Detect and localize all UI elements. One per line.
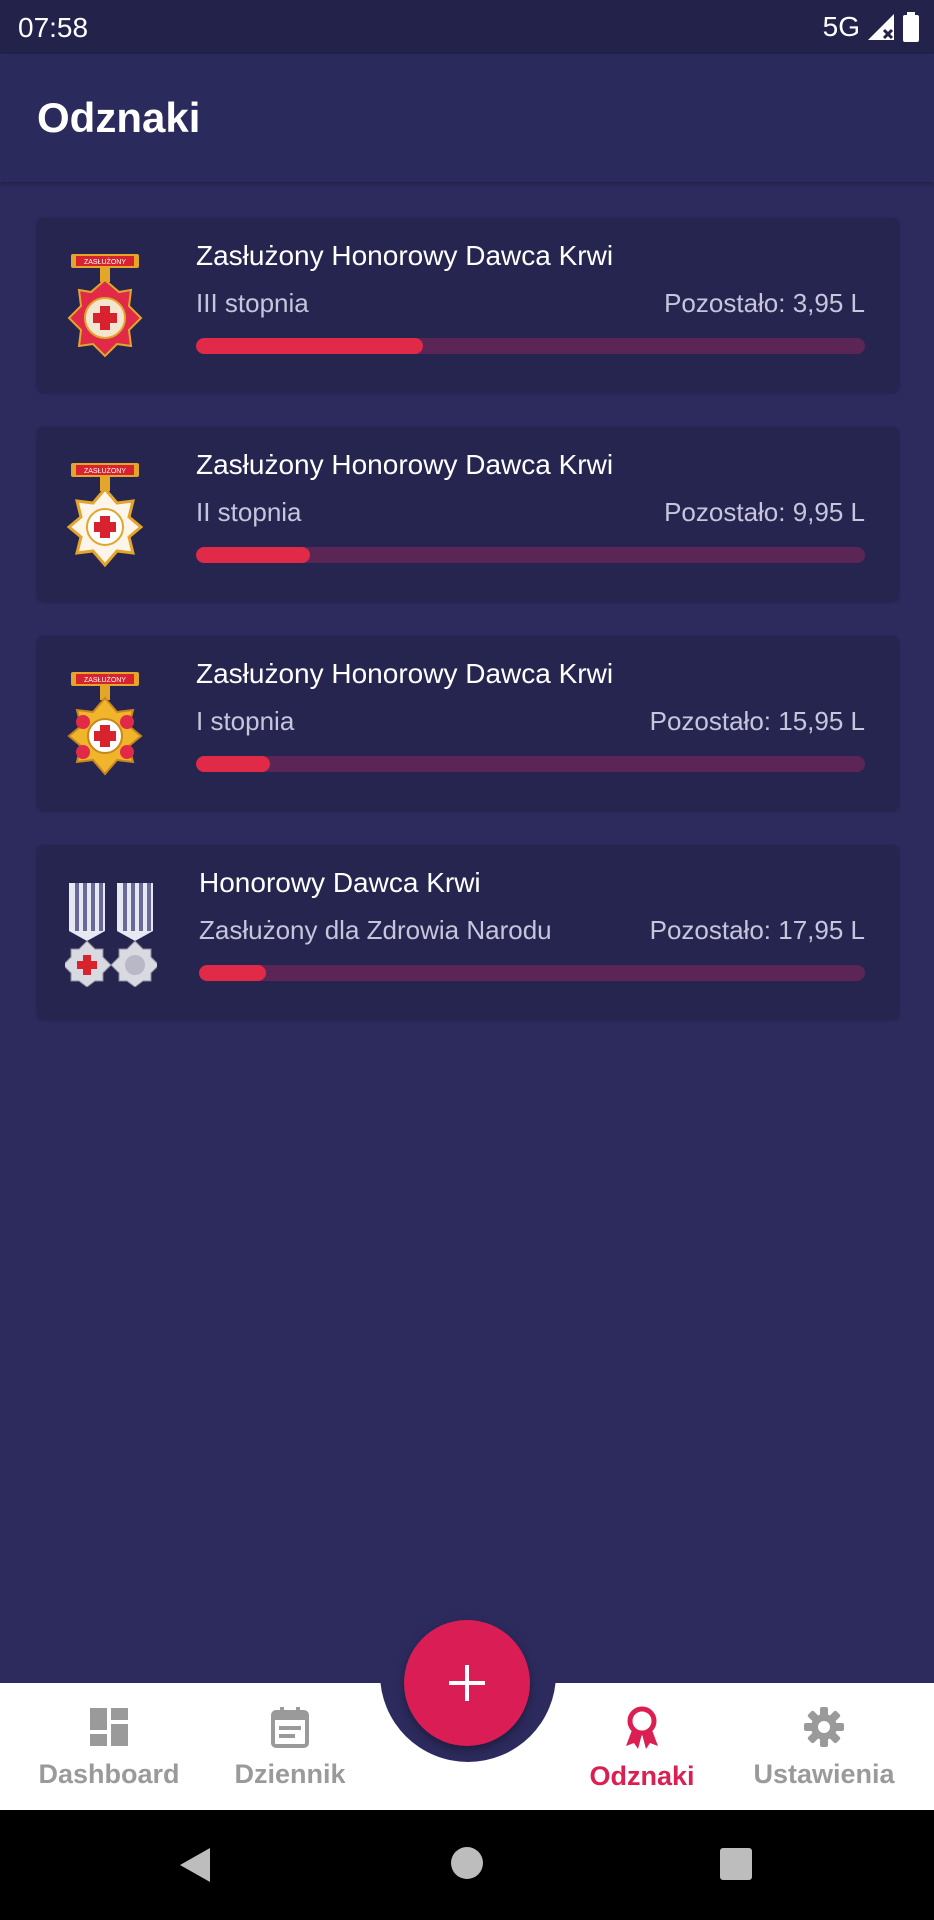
medal-pair-icon [65, 883, 157, 987]
nav-label-odznaki: Odznaki [589, 1761, 695, 1791]
badge-title: Honorowy Dawca Krwi [199, 867, 481, 898]
status-icons: 5G [823, 10, 920, 44]
badge-remaining: Pozostało: 15,95 L [649, 706, 865, 736]
badge-remaining: Pozostało: 17,95 L [649, 915, 865, 945]
network-type: 5G [822, 11, 860, 42]
status-time: 07:58 [18, 12, 89, 43]
badge-remaining: Pozostało: 9,95 L [664, 497, 865, 527]
progress-fill [199, 965, 266, 981]
medal-ribbon-text: ZASŁUŻONY [84, 675, 126, 684]
badge-title: Zasłużony Honorowy Dawca Krwi [196, 240, 614, 271]
medal-icon: ZASŁUŻONY [67, 672, 143, 776]
badge-degree: I stopnia [196, 706, 295, 736]
badge-title: Zasłużony Honorowy Dawca Krwi [196, 658, 614, 689]
home-icon[interactable] [450, 1846, 484, 1880]
medal-icon: ZASŁUŻONY [67, 254, 143, 358]
medal-ribbon-text: ZASŁUŻONY [84, 466, 126, 475]
nav-label-dziennik: Dziennik [234, 1759, 346, 1789]
battery-icon [903, 12, 919, 42]
gear-icon [804, 1707, 844, 1747]
progress-bar [199, 965, 865, 981]
page-title: Odznaki [37, 94, 201, 141]
progress-fill [196, 338, 424, 354]
nav-item-dziennik[interactable]: Dziennik [200, 1706, 380, 1790]
badge-list: ZASŁUŻONY Zasłużony Honorowy Dawca Krwi … [37, 218, 899, 1054]
add-donation-button[interactable] [404, 1620, 530, 1746]
badge-degree: Zasłużony dla Zdrowia Narodu [199, 915, 552, 945]
nav-item-dashboard[interactable]: Dashboard [19, 1706, 199, 1790]
plus-icon [449, 1665, 485, 1701]
progress-bar [196, 756, 865, 772]
calendar-icon [271, 1707, 309, 1748]
signal-icon [868, 14, 894, 40]
badge-degree: II stopnia [196, 497, 302, 527]
badge-remaining: Pozostało: 3,95 L [664, 288, 865, 318]
badge-degree: III stopnia [196, 288, 309, 318]
progress-bar [196, 547, 865, 563]
app-bar: Odznaki [0, 54, 934, 182]
nav-label-ustawienia: Ustawienia [753, 1759, 895, 1789]
badge-title: Zasłużony Honorowy Dawca Krwi [196, 449, 614, 480]
nav-item-ustawienia[interactable]: Ustawienia [734, 1706, 914, 1790]
medal-icon: ZASŁUŻONY [67, 463, 143, 568]
dashboard-icon [90, 1708, 128, 1746]
progress-bar [196, 338, 865, 354]
badge-card[interactable]: ZASŁUŻONY Zasłużony Honorowy Dawca Krwi … [37, 427, 899, 601]
status-bar: 07:58 5G [0, 0, 934, 54]
back-icon[interactable] [178, 1846, 212, 1884]
award-icon [626, 1706, 658, 1749]
progress-fill [196, 756, 270, 772]
progress-fill [196, 547, 310, 563]
badge-card[interactable]: ZASŁUŻONY Zasłużony Honorowy Dawca Krwi … [37, 636, 899, 810]
recents-icon[interactable] [719, 1847, 753, 1881]
badge-card[interactable]: Honorowy Dawca Krwi Zasłużony dla Zdrowi… [37, 845, 899, 1019]
nav-label-dashboard: Dashboard [38, 1759, 180, 1789]
nav-item-odznaki[interactable]: Odznaki [552, 1706, 732, 1792]
system-navigation-bar [0, 1810, 934, 1920]
badge-card[interactable]: ZASŁUŻONY Zasłużony Honorowy Dawca Krwi … [37, 218, 899, 392]
medal-ribbon-text: ZASŁUŻONY [84, 257, 126, 266]
